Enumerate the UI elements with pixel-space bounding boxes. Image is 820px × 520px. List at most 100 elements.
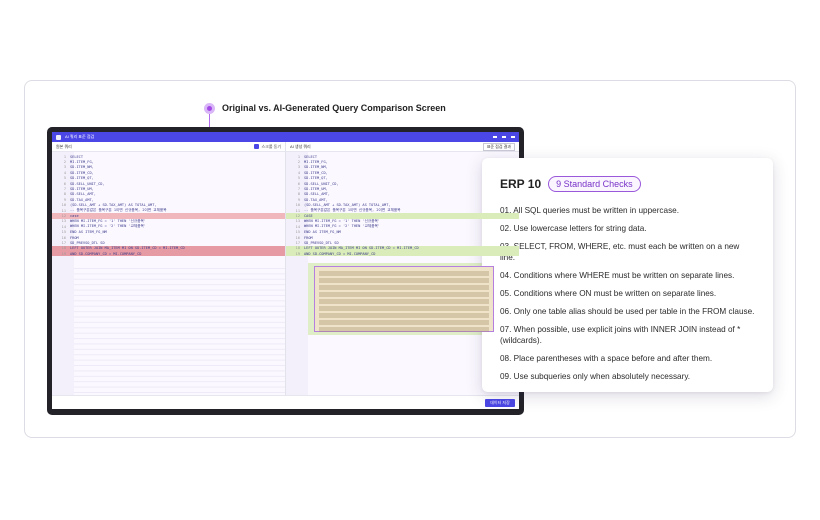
code-text: AND SD.COMPANY_CD = MI.COMPANY_CD (304, 251, 376, 256)
code-text: FROM (70, 235, 79, 240)
code-text: (SD.SELL_AMT + SD.TAX_AMT) AS TOTAL_AMT, (304, 203, 391, 208)
code-text: SD.ITEM_QT, (304, 176, 328, 181)
code-text: -- 품목구분값은 품목구분 1이면 신규품목, 2이면 교체품목 (304, 208, 401, 213)
line-number: 19 (295, 251, 300, 256)
line-number: 4 (297, 170, 300, 175)
code-text: SD.ITEM_UM, (70, 187, 94, 192)
erp-standard-checks-card: ERP 10 9 Standard Checks 01. All SQL que… (482, 158, 773, 392)
line-number: 3 (63, 165, 66, 170)
compare-panes: 원본 쿼리 스크롤 동기 1 SELECT 2 MI.ITEM_FG, 3 SD.IT… (52, 142, 519, 395)
checkbox-checked-icon (254, 144, 260, 149)
code-text: SD.ITEM_CD, (304, 170, 328, 175)
line-number: 11 (295, 208, 300, 213)
standard-check-item: 03. SELECT, FROM, WHERE, etc. must each … (500, 242, 740, 262)
line-number: 18 (295, 246, 300, 251)
save-data-button[interactable]: 데이터 저장 (485, 399, 515, 407)
line-number: 17 (61, 240, 66, 245)
standard-checks-badge: 9 Standard Checks (548, 176, 641, 192)
code-text: SD.ITEM_NM, (304, 165, 328, 170)
original-pane-header: 원본 쿼리 스크롤 동기 (52, 142, 285, 152)
code-text: SD.TAX_AMT, (70, 197, 94, 202)
line-number: 8 (63, 192, 66, 197)
code-text: END AS ITEM_FG_NM (304, 230, 341, 235)
line-number: 19 (61, 251, 66, 256)
minimize-icon[interactable] (493, 136, 497, 138)
standard-checks-list: 01. All SQL queries must be written in u… (500, 205, 755, 382)
scroll-sync-label: 스크롤 동기 (261, 143, 281, 149)
line-number: 18 (61, 246, 66, 251)
line-number: 12 (61, 213, 66, 218)
callout-dot (204, 103, 215, 114)
close-icon[interactable] (511, 136, 515, 138)
line-number: 14 (295, 224, 300, 229)
code-text: SD.SELL_AMT, (70, 192, 96, 197)
scroll-sync-checkbox[interactable]: 스크롤 동기 (254, 144, 281, 150)
line-number: 9 (297, 197, 300, 202)
code-text: WHEN MI.ITEM_FG = '2' THEN '교체품목' (304, 224, 380, 229)
window-footer: 데이터 저장 (52, 395, 519, 409)
line-number: 13 (295, 219, 300, 224)
code-text: LEFT OUTER JOIN MA_ITEM MI ON SD.ITEM_CD… (304, 246, 419, 251)
code-text: SELECT (304, 154, 317, 159)
code-text: FROM (304, 235, 313, 240)
line-number: 14 (61, 224, 66, 229)
original-query-pane: 원본 쿼리 스크롤 동기 1 SELECT 2 MI.ITEM_FG, 3 SD.IT… (52, 142, 286, 395)
code-text: (SD.SELL_AMT + SD.TAX_AMT) AS TOTAL_AMT, (70, 203, 157, 208)
maximize-icon[interactable] (502, 136, 506, 138)
standard-check-item: 06. Only one table alias should be used … (500, 307, 755, 316)
code-text: SD.ITEM_UM, (304, 187, 328, 192)
code-line: 19 AND SD.COMPANY_CD = MI.COMPANY_CD (286, 251, 519, 257)
line-number: 13 (61, 219, 66, 224)
code-text: END AS ITEM_FG_NM (70, 230, 107, 235)
app-window-device: AI 쿼리 표준 점검 원본 쿼리 스크롤 동기 1 SELECT 2 MI.IT (47, 127, 524, 415)
window-titlebar: AI 쿼리 표준 점검 (52, 132, 519, 142)
code-text: SD.SELL_UNIT_CD, (70, 181, 105, 186)
code-text: SD.SELL_AMT, (304, 192, 330, 197)
line-number: 10 (61, 203, 66, 208)
code-text: case (70, 213, 79, 218)
code-text: SELECT (70, 154, 83, 159)
line-number: 11 (61, 208, 66, 213)
line-number: 5 (297, 176, 300, 181)
ai-pane-header: AI 생성 쿼리 표준 점검 결과 (286, 142, 519, 152)
line-number: 1 (63, 154, 66, 159)
ai-pane-title: AI 생성 쿼리 (290, 143, 311, 149)
card-header: ERP 10 9 Standard Checks (500, 176, 755, 192)
code-text: CASE (304, 213, 313, 218)
line-number: 10 (295, 203, 300, 208)
standard-check-item: 01. All SQL queries must be written in u… (500, 206, 680, 215)
window-title: AI 쿼리 표준 점검 (65, 134, 95, 139)
code-text: SD.SELL_UNIT_CD, (304, 181, 339, 186)
code-text: AND SD.COMPANY_CD = MI.COMPANY_CD (70, 251, 142, 256)
ai-code-editor[interactable]: 1 SELECT 2 MI.ITEM_FG, 3 SD.ITEM_NM, 4 SD.IT… (286, 152, 519, 257)
window-controls (493, 136, 515, 138)
original-code-editor[interactable]: 1 SELECT 2 MI.ITEM_FG, 3 SD.ITEM_NM, 4 SD.IT… (52, 152, 285, 257)
standard-check-item: 04. Conditions where WHERE must be writt… (500, 271, 735, 280)
app-window: AI 쿼리 표준 점검 원본 쿼리 스크롤 동기 1 SELECT 2 MI.IT (52, 132, 519, 409)
line-number: 17 (295, 240, 300, 245)
line-number: 6 (297, 181, 300, 186)
line-number: 7 (297, 187, 300, 192)
line-number: 8 (297, 192, 300, 197)
standard-check-item: 08. Place parentheses with a space befor… (500, 354, 713, 363)
code-text: SD.ITEM_CD, (70, 170, 94, 175)
code-text: MI.ITEM_FG, (304, 160, 328, 165)
line-number: 2 (297, 160, 300, 165)
line-number: 9 (63, 197, 66, 202)
line-number: 15 (61, 230, 66, 235)
code-text: SD.ITEM_QT, (70, 176, 94, 181)
line-number: 4 (63, 170, 66, 175)
line-number: 6 (63, 181, 66, 186)
code-text: WHEN MI.ITEM_FG = '2' THEN '교체품목' (70, 224, 146, 229)
callout-label: Original vs. AI-Generated Query Comparis… (222, 103, 446, 113)
standard-check-result-button[interactable]: 표준 점검 결과 (482, 142, 515, 151)
standard-check-item: 07. When possible, use explicit joins wi… (500, 325, 741, 345)
line-number: 16 (61, 235, 66, 240)
standard-check-item: 02. Use lowercase letters for string dat… (500, 224, 647, 233)
code-text: SD.ITEM_NM, (70, 165, 94, 170)
standard-check-item: 05. Conditions where ON must be written … (500, 289, 717, 298)
app-logo-icon (56, 134, 61, 140)
line-number: 12 (295, 213, 300, 218)
code-text: SD.TAX_AMT, (304, 197, 328, 202)
code-text: -- 품목구분값은 품목구분 1이면 신규품목, 2이면 교체품목 (70, 208, 167, 213)
